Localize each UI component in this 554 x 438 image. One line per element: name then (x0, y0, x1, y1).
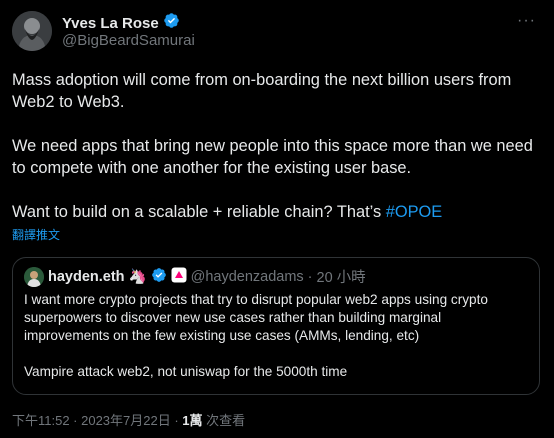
quoted-tweet-header: hayden.eth 🦄 @haydenzadams · 20 小時 (24, 266, 366, 287)
affiliate-logo-icon (171, 267, 187, 287)
tweet-paragraph-3: Want to build on a scalable + reliable c… (12, 201, 542, 223)
quoted-separator: · (307, 268, 313, 285)
verified-badge-icon (163, 12, 180, 34)
author-handle[interactable]: @BigBeardSamurai (62, 32, 195, 49)
author-display-name[interactable]: Yves La Rose (62, 15, 159, 32)
author-avatar[interactable] (12, 11, 52, 51)
tweet-paragraph-2: We need apps that bring new people into … (12, 137, 533, 177)
quoted-paragraph-2: Vampire attack web2, not uniswap for the… (24, 364, 348, 379)
tweet-paragraph-1: Mass adoption will come from on-boarding… (12, 71, 512, 111)
quoted-tweet[interactable]: hayden.eth 🦄 @haydenzadams · 20 小時 I wan… (12, 257, 540, 395)
quoted-display-name: hayden.eth (48, 268, 125, 285)
more-options-icon[interactable]: ··· (517, 12, 536, 30)
quoted-author-avatar (24, 266, 44, 287)
quoted-handle: @haydenzadams (190, 268, 304, 285)
views-label: 次查看 (202, 413, 246, 428)
translate-link[interactable]: 翻譯推文 (12, 226, 60, 243)
views-count: 1萬 (182, 413, 203, 428)
quoted-verified-badge-icon (151, 267, 167, 287)
author-name-row: Yves La Rose (62, 12, 180, 34)
quoted-tweet-body: I want more crypto projects that try to … (24, 291, 530, 381)
tweet-footer: 下午11:52 · 2023年7月22日 · 1萬 次查看 (12, 410, 245, 429)
tweet-paragraph-3-text: Want to build on a scalable + reliable c… (12, 203, 386, 221)
tweet-text: Mass adoption will come from on-boarding… (12, 69, 542, 223)
hashtag-link[interactable]: #OPOE (386, 203, 442, 221)
quoted-paragraph-1: I want more crypto projects that try to … (24, 292, 488, 343)
tweet-timestamp[interactable]: 下午11:52 · 2023年7月22日 · (12, 413, 182, 428)
unicorn-emoji-icon: 🦄 (128, 269, 147, 285)
quoted-time: 20 小時 (316, 270, 366, 286)
